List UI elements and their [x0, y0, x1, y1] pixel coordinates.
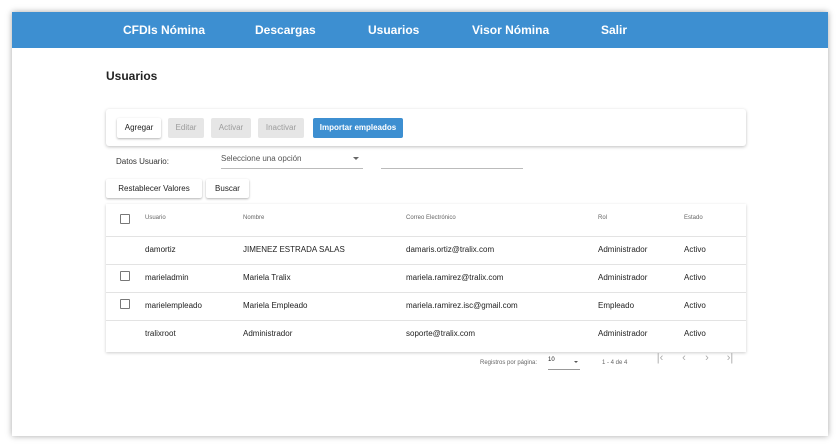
nav-item-usuarios[interactable]: Usuarios: [368, 12, 419, 48]
cell-status: Activo: [684, 301, 706, 310]
first-page-icon[interactable]: |‹: [653, 352, 667, 364]
cell-email: mariela.ramirez.isc@gmail.com: [406, 301, 518, 310]
nav-item-cfdis-nomina[interactable]: CFDIs Nómina: [123, 12, 205, 48]
user-data-select[interactable]: Seleccione una opción: [221, 154, 363, 169]
row-checkbox[interactable]: [120, 299, 130, 309]
nav-item-descargas[interactable]: Descargas: [255, 12, 316, 48]
user-data-select-value: Seleccione una opción: [221, 154, 302, 163]
app-window: CFDIs Nómina Descargas Usuarios Visor Nó…: [12, 12, 828, 436]
cell-name: Administrador: [243, 329, 293, 338]
cell-role: Administrador: [598, 245, 648, 254]
activate-button[interactable]: Activar: [211, 118, 251, 138]
user-data-label: Datos Usuario:: [116, 157, 169, 166]
nav-item-salir[interactable]: Salir: [601, 12, 627, 48]
row-divider: [106, 292, 746, 293]
chevron-down-icon: [353, 157, 359, 160]
cell-user: damortiz: [145, 245, 176, 254]
rows-per-page-value: 10: [548, 357, 555, 363]
row-checkbox[interactable]: [120, 271, 130, 281]
column-header-name: Nombre: [243, 215, 265, 221]
nav-item-visor-nomina[interactable]: Visor Nómina: [472, 12, 549, 48]
cell-status: Activo: [684, 329, 706, 338]
rows-per-page-select[interactable]: 10: [548, 357, 580, 370]
pagination-range: 1 - 4 de 4: [602, 360, 628, 366]
edit-button[interactable]: Editar: [168, 118, 204, 138]
top-navbar: CFDIs Nómina Descargas Usuarios Visor Nó…: [12, 12, 828, 48]
row-divider: [106, 264, 746, 265]
rows-per-page-label: Registros por página:: [480, 360, 538, 366]
cell-email: soporte@tralix.com: [406, 329, 476, 338]
column-header-role: Rol: [598, 215, 608, 221]
reset-values-button[interactable]: Restablecer Valores: [106, 179, 202, 198]
cell-user: tralixroot: [145, 329, 176, 338]
select-all-checkbox[interactable]: [120, 214, 130, 224]
chevron-down-icon: [574, 361, 578, 363]
cell-role: Administrador: [598, 329, 648, 338]
next-page-icon[interactable]: ›: [700, 352, 714, 364]
cell-user: marieladmin: [145, 273, 189, 282]
deactivate-button[interactable]: Inactivar: [258, 118, 304, 138]
column-header-user: Usuario: [145, 215, 166, 221]
cell-name: Mariela Empleado: [243, 301, 308, 310]
column-header-email: Correo Electrónico: [406, 215, 456, 221]
cell-email: damaris.ortiz@tralix.com: [406, 245, 495, 254]
cell-role: Administrador: [598, 273, 648, 282]
cell-name: Mariela Tralix: [243, 273, 291, 282]
last-page-icon[interactable]: ›|: [723, 352, 737, 364]
search-input[interactable]: [381, 154, 523, 169]
previous-page-icon[interactable]: ‹: [677, 352, 691, 364]
cell-status: Activo: [684, 245, 706, 254]
column-header-status: Estado: [684, 215, 703, 221]
page-title: Usuarios: [106, 69, 158, 83]
cell-role: Empleado: [598, 301, 635, 310]
row-divider: [106, 236, 746, 237]
cell-user: marielempleado: [145, 301, 202, 310]
import-employees-button[interactable]: Importar empleados: [313, 118, 403, 138]
users-table: Usuario Nombre Correo Electrónico Rol Es…: [106, 204, 746, 352]
cell-name: JIMENEZ ESTRADA SALAS: [243, 245, 345, 254]
cell-email: mariela.ramirez@tralix.com: [406, 273, 504, 282]
action-toolbar: Agregar Editar Activar Inactivar Importa…: [106, 109, 746, 146]
search-button[interactable]: Buscar: [206, 179, 249, 198]
row-divider: [106, 320, 746, 321]
add-button[interactable]: Agregar: [117, 118, 161, 138]
cell-status: Activo: [684, 273, 706, 282]
